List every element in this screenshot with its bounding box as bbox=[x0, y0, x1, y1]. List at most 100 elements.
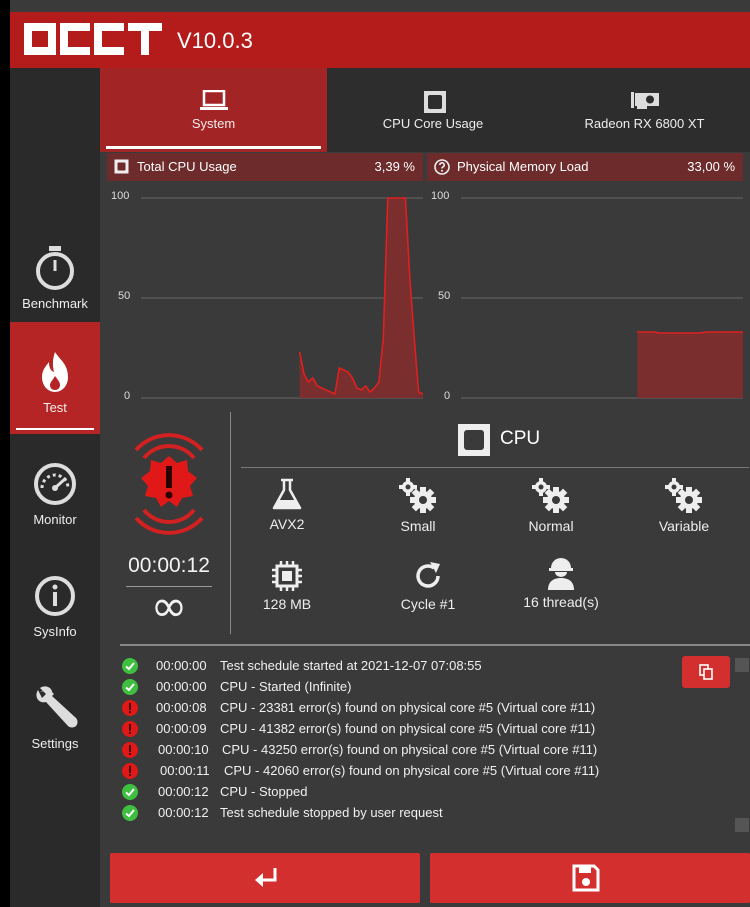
laptop-icon bbox=[200, 90, 228, 110]
gears-icon bbox=[532, 478, 569, 513]
error-circle-icon bbox=[122, 721, 138, 737]
title-bar: V10.0.3 bbox=[10, 12, 750, 68]
param-mode: Normal bbox=[496, 478, 606, 534]
log-time: 00:00:10 bbox=[158, 742, 209, 757]
duration-infinite: ∞ bbox=[150, 581, 188, 632]
cpu-usage-value: 3,39 % bbox=[374, 159, 415, 174]
param-memory: 128 MB bbox=[232, 560, 342, 612]
test-status-area: 00:00:12 ∞ bbox=[108, 412, 230, 634]
param-label: Small bbox=[400, 518, 436, 534]
sidebar-item-label: Benchmark bbox=[22, 296, 88, 311]
log-time: 00:00:00 bbox=[156, 658, 207, 673]
sidebar-item-sysinfo[interactable]: SysInfo bbox=[10, 546, 100, 658]
save-button[interactable] bbox=[430, 853, 750, 903]
active-indicator bbox=[16, 428, 94, 430]
question-circle-icon bbox=[434, 159, 450, 175]
cpu-usage-header: Total CPU Usage 3,39 % bbox=[107, 153, 423, 181]
tab-cpu-core-usage[interactable]: CPU Core Usage bbox=[327, 68, 539, 152]
log-time: 00:00:12 bbox=[158, 805, 209, 820]
cpu-usage-chart bbox=[141, 197, 423, 399]
sidebar-item-label: SysInfo bbox=[33, 624, 77, 639]
sidebar-item-benchmark[interactable]: Benchmark bbox=[10, 218, 100, 330]
tab-label: System bbox=[191, 116, 236, 131]
log-scroll-down[interactable] bbox=[735, 818, 749, 832]
chip-icon bbox=[424, 91, 446, 113]
sidebar: Benchmark Test Monitor SysInfo Settings bbox=[10, 68, 100, 907]
log-message: CPU - 43250 error(s) found on physical c… bbox=[222, 742, 598, 757]
log-message: CPU - Started (Infinite) bbox=[220, 679, 352, 694]
cpu-usage-panel: Total CPU Usage 3,39 % 100 50 0 bbox=[107, 153, 423, 408]
error-circle-icon bbox=[122, 700, 138, 716]
flask-icon bbox=[272, 478, 302, 510]
series-area bbox=[637, 332, 743, 398]
elapsed-time: 00:00:12 bbox=[128, 554, 210, 577]
memory-chip-icon bbox=[272, 561, 302, 591]
sidebar-item-label: Settings bbox=[31, 736, 79, 751]
error-circle-icon bbox=[122, 763, 138, 779]
sidebar-item-monitor[interactable]: Monitor bbox=[10, 434, 100, 546]
param-load-type: Variable bbox=[629, 478, 739, 534]
memory-load-chart bbox=[461, 197, 743, 399]
param-label: 16 thread(s) bbox=[523, 594, 599, 610]
params-divider bbox=[241, 467, 749, 468]
tab-system[interactable]: System bbox=[100, 68, 327, 152]
gauge-icon bbox=[34, 463, 76, 505]
info-icon bbox=[35, 576, 75, 616]
sidebar-item-test[interactable]: Test bbox=[10, 322, 100, 434]
return-arrow-icon bbox=[255, 868, 277, 887]
device-tabs: System CPU Core Usage Radeon RX 6800 XT bbox=[100, 68, 750, 152]
log-row: 00:00:00 CPU - Started (Infinite) bbox=[120, 677, 730, 698]
stopwatch-icon bbox=[36, 246, 74, 290]
gears-icon bbox=[399, 478, 436, 513]
copy-log-button[interactable] bbox=[682, 656, 730, 688]
memory-load-panel: Physical Memory Load 33,00 % 100 50 0 bbox=[427, 153, 743, 408]
y-tick-label: 50 bbox=[438, 290, 451, 302]
log-message: CPU - Stopped bbox=[220, 784, 308, 799]
check-circle-icon bbox=[122, 784, 138, 800]
test-device-header: CPU bbox=[231, 412, 750, 468]
memory-load-title: Physical Memory Load bbox=[457, 159, 589, 174]
param-cycle: Cycle #1 bbox=[373, 560, 483, 612]
app-version: V10.0.3 bbox=[177, 28, 253, 53]
sidebar-item-label: Test bbox=[43, 400, 67, 415]
param-label: Cycle #1 bbox=[400, 596, 456, 612]
return-button[interactable] bbox=[110, 853, 420, 903]
y-tick-label: 50 bbox=[118, 290, 131, 302]
check-circle-icon bbox=[122, 679, 138, 695]
log-message: Test schedule stopped by user request bbox=[220, 805, 443, 820]
tab-gpu[interactable]: Radeon RX 6800 XT bbox=[539, 68, 750, 152]
log-divider bbox=[120, 644, 750, 646]
error-status-icon bbox=[134, 433, 204, 535]
copy-icon bbox=[699, 664, 713, 680]
log-row: 00:00:09 CPU - 41382 error(s) found on ph… bbox=[120, 719, 730, 740]
log-time: 00:00:09 bbox=[156, 721, 207, 736]
log-row: 00:00:12 CPU - Stopped bbox=[120, 782, 730, 803]
param-label: 128 MB bbox=[262, 596, 312, 612]
tab-label: CPU Core Usage bbox=[382, 116, 484, 131]
log-time: 00:00:12 bbox=[158, 784, 209, 799]
log-time: 00:00:08 bbox=[156, 700, 207, 715]
log-row: 00:00:11 CPU - 42060 error(s) found on ph… bbox=[120, 761, 730, 782]
log-row: 00:00:12 Test schedule stopped by user re… bbox=[120, 803, 730, 824]
wrench-icon bbox=[36, 686, 78, 728]
log-message: CPU - 23381 error(s) found on physical c… bbox=[220, 700, 596, 715]
memory-load-value: 33,00 % bbox=[687, 159, 735, 174]
y-tick-label: 100 bbox=[111, 190, 130, 202]
log-message: Test schedule started at 2021-12-07 07:0… bbox=[220, 658, 482, 673]
occt-logo bbox=[24, 23, 162, 59]
sidebar-item-settings[interactable]: Settings bbox=[10, 658, 100, 770]
param-data-set: Small bbox=[363, 478, 473, 534]
y-tick-label: 0 bbox=[124, 390, 131, 402]
tab-label: Radeon RX 6800 XT bbox=[584, 116, 705, 131]
log-time: 00:00:00 bbox=[156, 679, 207, 694]
log-scroll-up[interactable] bbox=[735, 658, 749, 672]
param-label: Normal bbox=[528, 518, 574, 534]
param-label: Variable bbox=[658, 518, 710, 534]
error-circle-icon bbox=[122, 742, 138, 758]
chip-icon bbox=[458, 424, 490, 456]
check-circle-icon bbox=[122, 805, 138, 821]
cpu-usage-title: Total CPU Usage bbox=[137, 159, 237, 174]
gpu-icon bbox=[631, 92, 659, 109]
log-message: CPU - 42060 error(s) found on physical c… bbox=[224, 763, 600, 778]
memory-load-header: Physical Memory Load 33,00 % bbox=[427, 153, 743, 181]
